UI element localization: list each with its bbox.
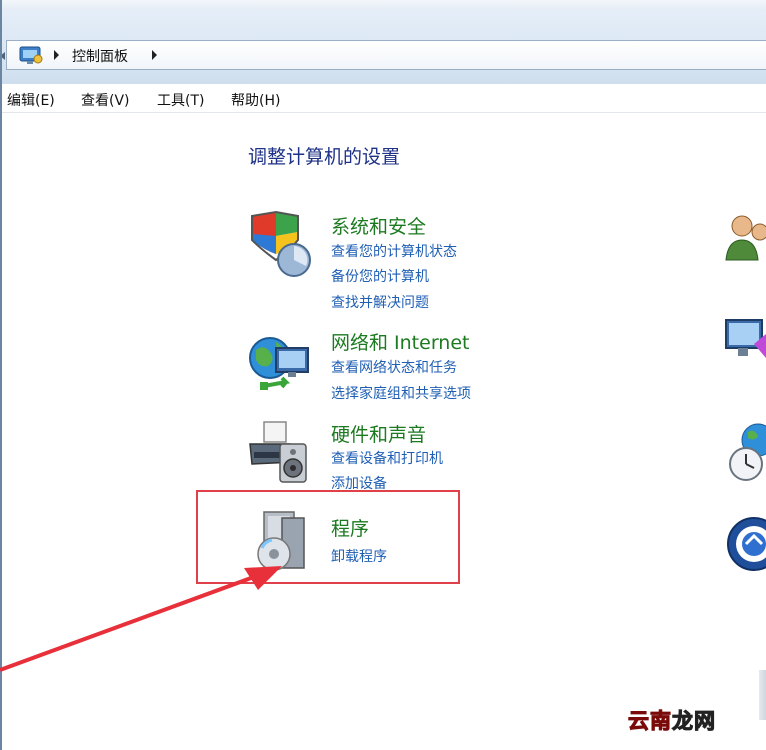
link-view-computer-status[interactable]: 查看您的计算机状态 — [331, 241, 457, 261]
category-title-system-security[interactable]: 系统和安全 — [331, 212, 426, 239]
breadcrumb-separator-icon[interactable] — [152, 50, 157, 60]
shield-icon[interactable] — [246, 210, 316, 280]
menu-bar: 编辑(E) 查看(V) 工具(T) 帮助(H) — [0, 85, 766, 113]
control-panel-icon — [19, 46, 43, 64]
category-title-network-internet[interactable]: 网络和 Internet — [331, 328, 469, 355]
globe-network-icon[interactable] — [246, 332, 316, 402]
link-devices-printers[interactable]: 查看设备和打印机 — [331, 448, 443, 468]
link-view-network-status[interactable]: 查看网络状态和任务 — [331, 357, 457, 377]
link-find-fix-problems[interactable]: 查找并解决问题 — [331, 292, 429, 312]
breadcrumb-separator-icon[interactable] — [54, 50, 59, 60]
annotation-arrow — [0, 566, 282, 672]
page-title: 调整计算机的设置 — [248, 146, 401, 168]
menu-help[interactable]: 帮助(H) — [231, 90, 280, 110]
menu-view[interactable]: 查看(V) — [81, 90, 130, 110]
category-title-hardware-sound[interactable]: 硬件和声音 — [331, 420, 426, 447]
ease-of-access-icon[interactable] — [724, 512, 766, 574]
breadcrumb-control-panel[interactable]: 控制面板 — [72, 46, 128, 66]
menu-tools[interactable]: 工具(T) — [157, 90, 204, 110]
clock-globe-icon[interactable] — [724, 420, 766, 482]
menu-edit[interactable]: 编辑(E) — [7, 90, 55, 110]
window-top-strip — [0, 0, 766, 10]
watermark: 云南龙网 — [628, 709, 716, 734]
printer-speaker-icon[interactable] — [246, 418, 316, 488]
scrollbar-fragment[interactable] — [759, 670, 766, 720]
link-uninstall-program[interactable]: 卸载程序 — [331, 546, 387, 566]
link-backup-computer[interactable]: 备份您的计算机 — [331, 266, 429, 286]
category-title-programs[interactable]: 程序 — [331, 514, 369, 541]
user-accounts-icon[interactable] — [724, 210, 766, 272]
appearance-icon[interactable] — [724, 314, 766, 376]
link-homegroup-sharing[interactable]: 选择家庭组和共享选项 — [331, 383, 471, 403]
